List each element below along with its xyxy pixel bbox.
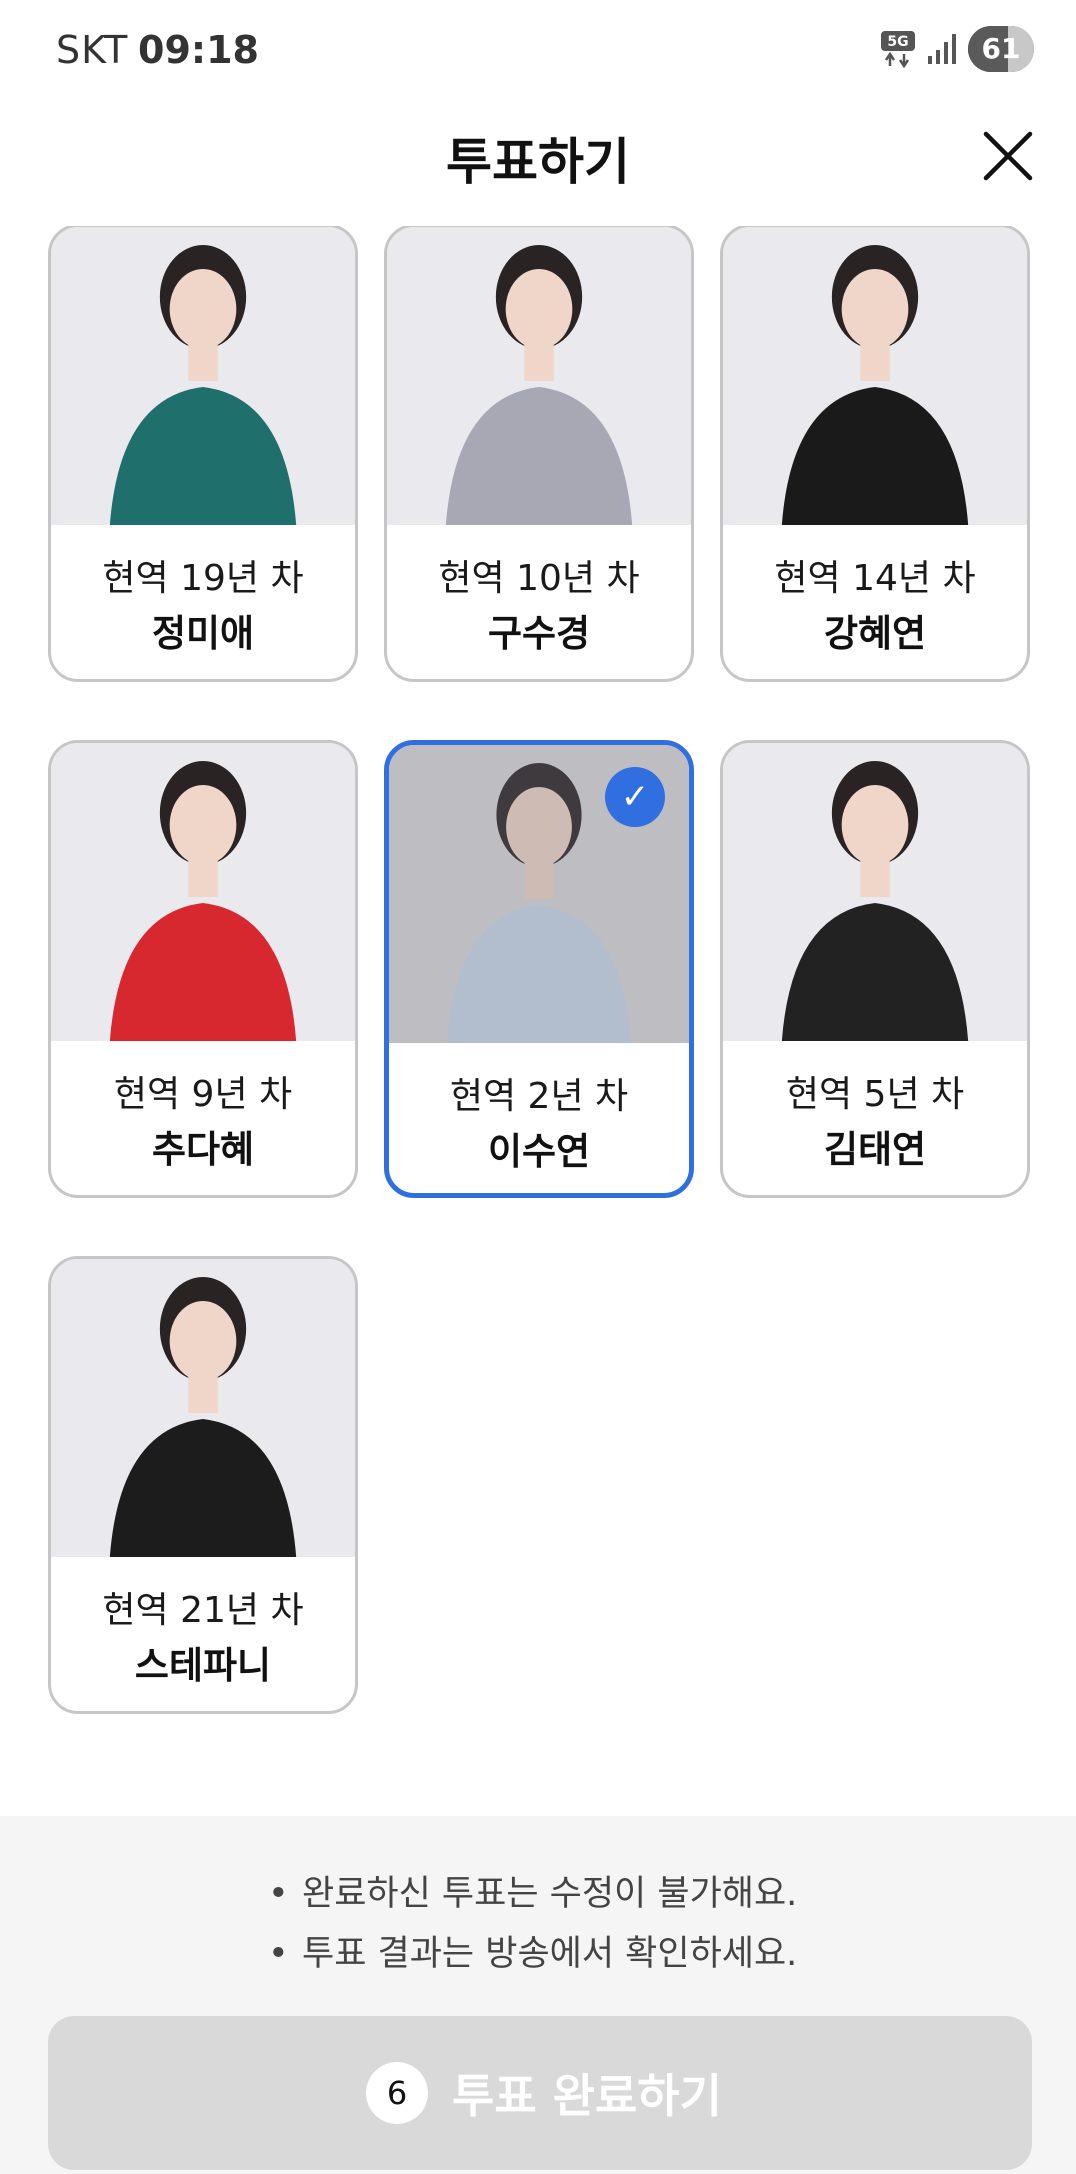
vote-count-badge: 6 (366, 2062, 428, 2124)
5g-network-icon: 5G (881, 31, 915, 68)
candidate-name: 정미애 (151, 612, 255, 655)
candidate-photo (723, 743, 1027, 1041)
candidate-name: 이수연 (487, 1130, 591, 1173)
candidate-career: 현역 5년 차 (785, 1074, 965, 1115)
svg-text:5G: 5G (887, 34, 908, 50)
candidate-name: 강혜연 (823, 612, 927, 655)
checkmark-icon: ✓ (605, 767, 665, 827)
battery-percent: 61 (981, 32, 1021, 65)
candidate-card[interactable]: 현역 5년 차김태연 (720, 740, 1030, 1198)
candidate-card[interactable]: 현역 19년 차정미애 (48, 226, 358, 682)
portrait-icon (781, 761, 969, 1041)
page-title: 투표하기 (446, 133, 630, 191)
candidate-photo (387, 227, 691, 525)
candidate-name: 김태연 (823, 1128, 927, 1171)
submit-vote-button[interactable]: 6 투표 완료하기 (48, 2016, 1032, 2170)
candidate-photo (51, 743, 355, 1041)
candidate-card[interactable]: ✓ 현역 2년 차이수연 (384, 740, 694, 1198)
candidate-photo (51, 1259, 355, 1557)
notice-list: • 완료하신 투표는 수정이 불가해요. • 투표 결과는 방송에서 확인하세요. (0, 1864, 1076, 1984)
candidate-career: 현역 10년 차 (438, 558, 640, 599)
candidate-card[interactable]: 현역 9년 차추다혜 (48, 740, 358, 1198)
portrait-icon (781, 245, 969, 525)
candidate-photo (723, 227, 1027, 525)
candidate-career: 현역 19년 차 (102, 558, 304, 599)
portrait-icon (445, 245, 633, 525)
battery-icon: 61 (968, 26, 1034, 72)
portrait-icon (109, 761, 297, 1041)
candidate-career: 현역 2년 차 (449, 1076, 629, 1117)
bottom-panel: • 완료하신 투표는 수정이 불가해요. • 투표 결과는 방송에서 확인하세요. … (0, 1816, 1076, 2174)
candidate-name: 스테파니 (134, 1644, 272, 1687)
close-icon (983, 131, 1033, 181)
signal-icon (928, 34, 956, 64)
status-bar: SKT 09:18 5G 61 (0, 0, 1076, 100)
close-button[interactable] (980, 128, 1036, 184)
candidate-card[interactable]: 현역 21년 차스테파니 (48, 1256, 358, 1714)
candidate-career: 현역 14년 차 (774, 558, 976, 599)
candidate-grid: 현역 19년 차 정미애 현역 10년 차 구수경 현역 14년 차 강혜연 현역 9년 차… (0, 226, 1076, 1816)
candidate-photo (51, 227, 355, 525)
notice-item: • 완료하신 투표는 수정이 불가해요. (268, 1874, 798, 1914)
candidate-name: 구수경 (487, 612, 591, 655)
notice-item: • 투표 결과는 방송에서 확인하세요. (268, 1934, 798, 1974)
portrait-icon (109, 245, 297, 525)
submit-vote-label: 투표 완료하기 (452, 2069, 722, 2123)
carrier-label: SKT (56, 28, 129, 72)
candidate-name: 추다혜 (151, 1128, 255, 1171)
candidate-card[interactable]: 현역 14년 차강혜연 (720, 226, 1030, 682)
portrait-icon (109, 1277, 297, 1557)
candidate-card[interactable]: 현역 10년 차구수경 (384, 226, 694, 682)
candidate-career: 현역 21년 차 (102, 1590, 304, 1631)
clock: 09:18 (138, 28, 259, 72)
candidate-career: 현역 9년 차 (113, 1074, 293, 1115)
candidate-photo: ✓ (389, 745, 689, 1043)
